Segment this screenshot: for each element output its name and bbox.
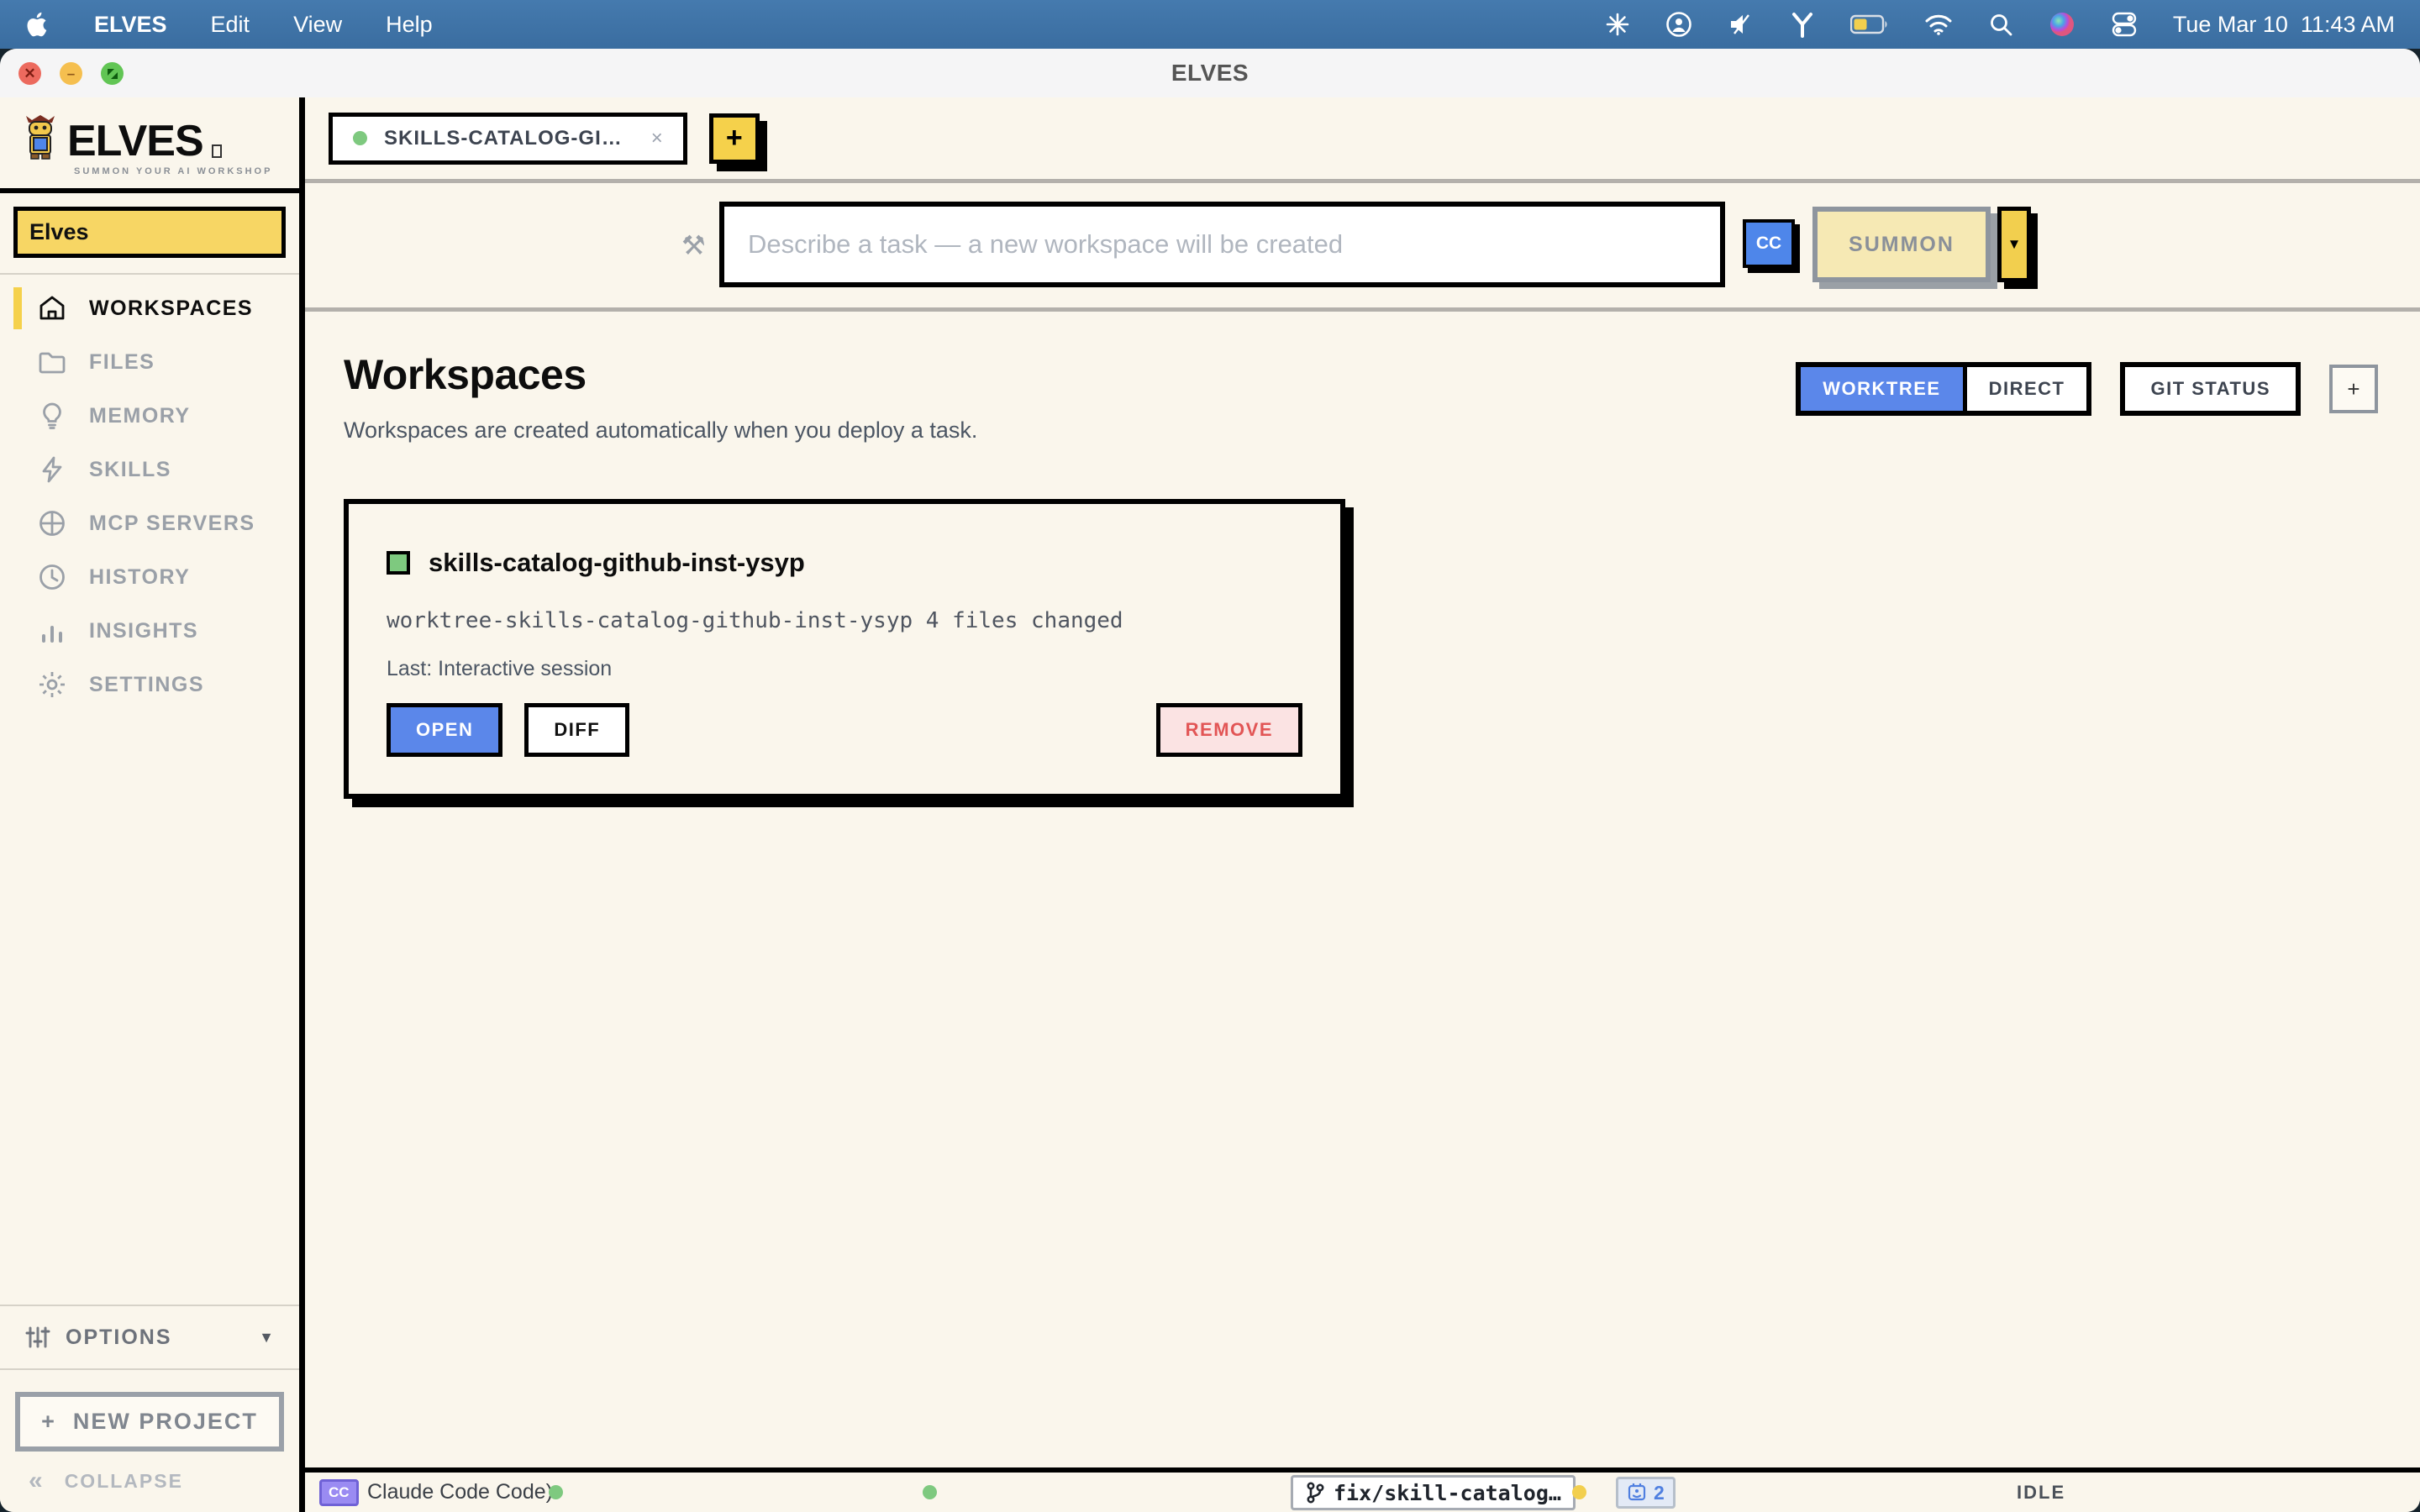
page-title: Workspaces [344,350,977,399]
remove-button[interactable]: REMOVE [1156,703,1302,757]
workspace-name: skills-catalog-github-inst-ysyp [429,548,805,578]
task-input[interactable] [719,202,1725,287]
sidebar-item-files[interactable]: FILES [0,335,299,389]
gear-icon [37,670,67,699]
bolt-icon [37,455,67,484]
close-window-button[interactable]: ✕ [18,62,41,85]
summon-button[interactable]: SUMMON [1812,207,1991,282]
workspace-detail: worktree-skills-catalog-github-inst-ysyp… [387,608,1302,633]
menu-edit[interactable]: Edit [211,12,250,38]
project-selector[interactable]: Elves [13,207,286,258]
main-area: SKILLS-CATALOG-GI… × + ⚒ CC SUMMON ▼ [305,97,2420,1512]
git-status-button[interactable]: GIT STATUS [2120,362,2301,416]
elves-app-window: ✕ – ELVES ELVES SUMMON YOUR AI WORKSHOP … [0,49,2420,1512]
sidebar-nav: WORKSPACES FILES MEMORY [0,281,299,711]
close-tab-icon[interactable]: × [651,127,663,150]
folder-icon [37,349,67,375]
sidebar-item-history[interactable]: HISTORY [0,550,299,604]
siri-icon[interactable] [2049,8,2075,41]
idle-state-label: IDLE [2017,1473,2065,1512]
apple-logo-icon[interactable] [25,9,50,39]
robot-icon [1627,1482,1647,1504]
add-tab-button[interactable]: + [709,113,760,164]
cc-agent-button[interactable]: CC [1743,219,1795,268]
sidebar-divider [0,273,299,275]
sidebar-item-memory[interactable]: MEMORY [0,389,299,443]
model-label: Claude Code Code) [367,1473,553,1512]
fork-icon[interactable] [1790,8,1815,41]
task-composer: ⚒ CC SUMMON ▼ [305,183,2420,307]
open-button[interactable]: OPEN [387,703,502,757]
collapse-sidebar-button[interactable]: « COLLAPSE [0,1452,299,1512]
sidebar-item-skills[interactable]: SKILLS [0,443,299,496]
workspace-tab-bar: SKILLS-CATALOG-GI… × + [305,97,2420,179]
diff-button[interactable]: DIFF [524,703,629,757]
new-project-button[interactable]: + NEW PROJECT [15,1392,284,1452]
sliders-icon [25,1325,50,1350]
worktree-toggle-button[interactable]: WORKTREE [1801,367,1962,411]
sidebar-item-workspaces[interactable]: WORKSPACES [0,281,299,335]
circle-plus-icon [37,509,67,538]
menu-view[interactable]: View [293,12,342,38]
menu-clock[interactable]: Tue Mar 10 11:43 AM [2173,12,2395,38]
page-subtitle: Workspaces are created automatically whe… [344,417,977,444]
workspaces-toolbar: WORKTREE DIRECT GIT STATUS + [1796,362,2378,416]
user-circle-icon[interactable] [1665,8,1692,41]
direct-toggle-button[interactable]: DIRECT [1963,367,2087,411]
clock-icon [37,563,67,591]
battery-icon[interactable] [1850,8,1889,41]
status-dot-green [549,1473,563,1512]
tab-status-dot [353,131,367,145]
minimize-window-button[interactable]: – [60,62,82,85]
bar-chart-icon [37,617,67,644]
zoom-window-button[interactable] [101,62,124,85]
sidebar-item-mcp-servers[interactable]: MCP SERVERS [0,496,299,550]
workspaces-panel: Workspaces Workspaces are created automa… [305,312,2420,1467]
menu-help[interactable]: Help [386,12,433,38]
sidebar-options-toggle[interactable]: OPTIONS ▼ [0,1305,299,1370]
menu-app-name[interactable]: ELVES [94,12,167,38]
logo-wordmark: ELVES [67,122,203,161]
workspace-card: skills-catalog-github-inst-ysyp worktree… [344,499,1345,799]
status-bar: CC Claude Code Code) fix/skill-catalog… [305,1467,2420,1512]
agent-count-badge[interactable]: 2 [1616,1477,1676,1509]
sidebar: ELVES SUMMON YOUR AI WORKSHOP Elves WORK… [0,97,305,1512]
options-label: OPTIONS [66,1326,172,1350]
status-dot-yellow [1572,1473,1586,1512]
macos-menu-bar: ELVES Edit View Help Tue [0,0,2420,49]
git-branch-icon [1305,1481,1325,1504]
control-center-icon[interactable] [2111,8,2138,41]
git-branch-button[interactable]: fix/skill-catalog… [1291,1475,1576,1510]
workspace-last-session: Last: Interactive session [387,657,1302,681]
search-icon[interactable] [1988,8,2013,41]
sidebar-item-insights[interactable]: INSIGHTS [0,604,299,658]
tab-skills-catalog[interactable]: SKILLS-CATALOG-GI… × [329,113,687,165]
chevrons-left-icon: « [29,1468,45,1494]
logo-superscript-glyph [212,144,222,158]
chevron-down-icon: ▼ [259,1329,274,1347]
hammers-icon: ⚒ [681,229,706,261]
sparkle-icon[interactable] [1605,8,1630,41]
summon-button-group: SUMMON ▼ [1812,207,2031,282]
workspace-status-icon [387,551,410,575]
volume-muted-icon[interactable] [1728,8,1754,41]
app-logo: ELVES SUMMON YOUR AI WORKSHOP [0,97,299,193]
lightbulb-icon [37,402,67,430]
elf-mascot-icon [22,114,59,161]
home-icon [37,294,67,323]
wifi-icon[interactable] [1924,8,1953,41]
cc-status-badge: CC [319,1473,359,1512]
status-dot-green [923,1473,937,1512]
mode-toggle: WORKTREE DIRECT [1796,362,2091,416]
sidebar-item-settings[interactable]: SETTINGS [0,658,299,711]
plus-icon: + [41,1409,56,1435]
summon-dropdown-button[interactable]: ▼ [1997,207,2031,282]
add-workspace-button[interactable]: + [2329,365,2378,413]
window-title: ELVES [1171,60,1249,87]
logo-tagline: SUMMON YOUR AI WORKSHOP [74,166,277,176]
window-title-bar[interactable]: ✕ – ELVES [0,49,2420,97]
